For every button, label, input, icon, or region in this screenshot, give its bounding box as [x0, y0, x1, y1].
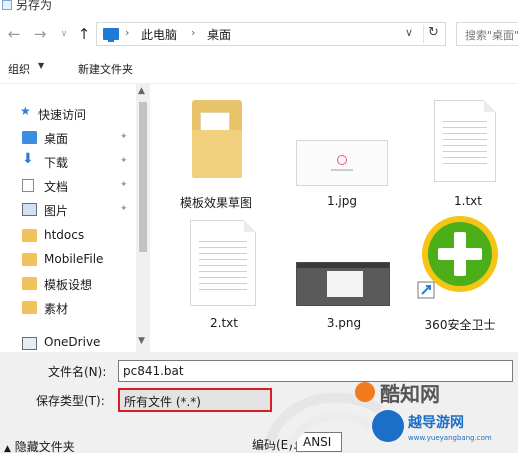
sidebar-item-label: htdocs [44, 228, 85, 242]
back-arrow-icon[interactable]: ← [6, 26, 22, 42]
this-pc-icon [103, 28, 119, 42]
watermark-url: www.yueyangbang.com [408, 434, 492, 442]
breadcrumb-chevron-icon[interactable]: › [125, 26, 129, 39]
document-icon [22, 179, 34, 192]
sidebar-item-pictures[interactable]: 图片 ✦ [0, 198, 136, 222]
file-item-1jpg[interactable]: 1.jpg [296, 92, 396, 214]
hide-folders-label: 隐藏文件夹 [14, 440, 75, 453]
sidebar-item-quick-access[interactable]: ★ 快速访问 [0, 102, 136, 126]
filetype-select[interactable]: 所有文件 (*.*) [118, 388, 272, 412]
breadcrumb-chevron-icon[interactable]: › [191, 26, 195, 39]
desktop-icon [22, 131, 37, 144]
sidebar-item-label: MobileFile [44, 252, 104, 266]
pin-icon: ✦ [120, 204, 128, 214]
file-name: 1.jpg [326, 194, 358, 208]
address-dropdown-icon[interactable]: ∨ [405, 26, 413, 39]
folder-icon [192, 100, 242, 178]
breadcrumb-this-pc[interactable]: 此电脑 [141, 26, 177, 43]
title-bar: 另存为 [0, 0, 518, 14]
sidebar-item-label: 桌面 [44, 132, 69, 146]
sidebar-item-label: 素材 [44, 302, 69, 316]
up-arrow-icon[interactable]: ↑ [76, 26, 92, 42]
organize-button[interactable]: 组织 [8, 61, 30, 77]
new-folder-button[interactable]: 新建文件夹 [78, 61, 133, 77]
recent-locations-chevron-icon[interactable]: ∨ [56, 26, 72, 42]
refresh-icon[interactable]: ↻ [428, 25, 439, 40]
chevron-up-icon: ▲ [4, 444, 11, 453]
filetype-label: 保存类型(T): [36, 394, 105, 408]
sidebar-item-htdocs[interactable]: htdocs [0, 224, 136, 248]
sidebar-item-documents[interactable]: 文档 ✦ [0, 174, 136, 198]
folder-icon [22, 301, 37, 314]
file-item-3png[interactable]: 3.png [296, 216, 396, 336]
download-icon: ⬇ [22, 151, 34, 167]
scrollbar-thumb[interactable] [139, 102, 147, 252]
image-thumbnail-icon [296, 262, 390, 306]
search-placeholder: 搜索"桌面" [465, 29, 518, 42]
sidebar-item-onedrive[interactable]: OneDrive [0, 332, 136, 352]
sidebar-item-materials[interactable]: 素材 [0, 296, 136, 320]
file-item-folder[interactable]: 模板效果草图 [178, 92, 278, 214]
filename-input[interactable]: pc841.bat [118, 360, 513, 382]
file-item-360[interactable]: 360安全卫士 [414, 212, 514, 336]
filename-label: 文件名(N): [48, 365, 107, 379]
folder-icon [22, 253, 37, 266]
sidebar-scrollbar[interactable]: ▲ ▼ [136, 84, 150, 352]
star-icon: ★ [20, 104, 31, 118]
sidebar-item-template-ideas[interactable]: 模板设想 [0, 272, 136, 296]
sidebar-item-label: 图片 [44, 204, 69, 218]
watermark-wifi-icon [372, 410, 404, 442]
sidebar-item-desktop[interactable]: 桌面 ✦ [0, 126, 136, 150]
window-title: 另存为 [16, 0, 53, 12]
sidebar-item-downloads[interactable]: ⬇ 下载 ✦ [0, 150, 136, 174]
window-icon [2, 0, 12, 10]
watermark-text: 酷知网 [380, 382, 440, 406]
image-thumbnail-icon [296, 140, 388, 186]
pin-icon: ✦ [120, 156, 128, 166]
organize-dropdown-icon[interactable]: ▼ [38, 61, 44, 70]
file-name: 2.txt [210, 316, 238, 330]
hide-folders-toggle[interactable]: ▲ 隐藏文件夹 [4, 438, 75, 453]
picture-icon [22, 203, 37, 216]
page-fold [484, 100, 496, 112]
file-item-2txt[interactable]: 2.txt [174, 216, 274, 336]
file-name: 360安全卫士 [424, 318, 496, 332]
onedrive-icon [22, 337, 37, 350]
file-name: 1.txt [454, 194, 482, 208]
folder-icon [22, 229, 37, 242]
sidebar-item-label: 模板设想 [44, 278, 93, 292]
breadcrumb-desktop[interactable]: 桌面 [207, 26, 231, 43]
360-security-icon [417, 216, 498, 299]
pin-icon: ✦ [120, 132, 128, 142]
sidebar-item-label: 下载 [44, 156, 69, 170]
file-name: 模板效果草图 [179, 196, 252, 210]
sidebar-item-mobilefile[interactable]: MobileFile [0, 248, 136, 272]
command-toolbar: 组织 ▼ 新建文件夹 [0, 54, 518, 84]
sidebar-item-label: 文档 [44, 180, 69, 194]
watermark-text-secondary: 越导游网 [408, 415, 464, 431]
watermark-orange-icon [355, 382, 375, 402]
address-divider [423, 25, 424, 43]
address-bar-row: ← → ∨ ↑ › 此电脑 › 桌面 ∨ ↻ 搜索"桌面" [0, 14, 518, 54]
text-file-icon [190, 220, 256, 306]
file-name: 3.png [326, 316, 362, 330]
file-item-1txt[interactable]: 1.txt [418, 92, 518, 214]
scroll-up-icon[interactable]: ▲ [138, 86, 145, 96]
pin-icon: ✦ [120, 180, 128, 190]
sidebar-item-label: OneDrive [44, 335, 101, 349]
search-input[interactable]: 搜索"桌面" [456, 22, 518, 46]
scroll-down-icon[interactable]: ▼ [138, 336, 145, 346]
filetype-value: 所有文件 (*.*) [124, 395, 201, 409]
navigation-pane: ★ 快速访问 桌面 ✦ ⬇ 下载 ✦ 文档 ✦ 图片 ✦ htdocs Mobi… [0, 84, 152, 352]
text-file-icon [434, 100, 496, 182]
page-fold [244, 220, 256, 232]
address-bar[interactable]: › 此电脑 › 桌面 ∨ ↻ [96, 22, 446, 46]
forward-arrow-icon[interactable]: → [32, 26, 48, 42]
filename-value: pc841.bat [123, 364, 184, 378]
folder-icon [22, 277, 37, 290]
sidebar-item-label: 快速访问 [38, 108, 87, 122]
